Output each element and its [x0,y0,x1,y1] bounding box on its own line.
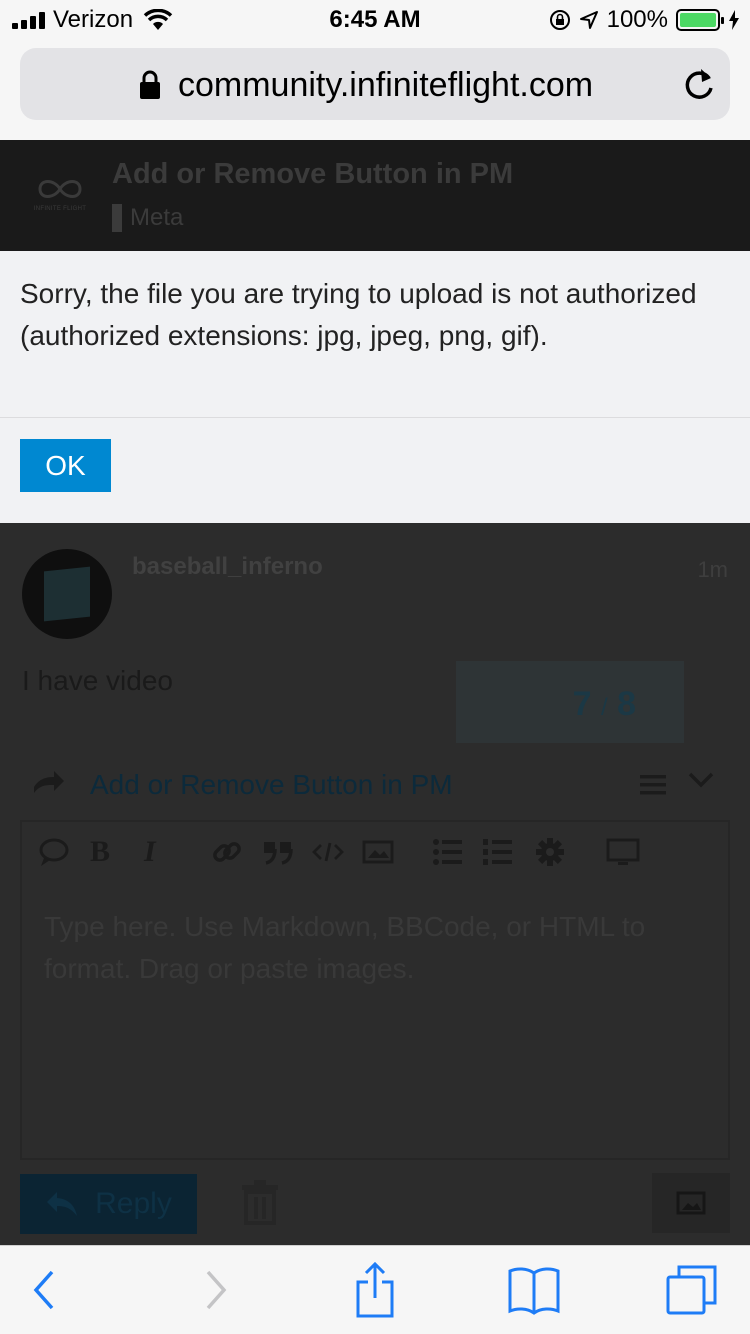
post-age: 1m [697,557,728,582]
chevron-down-icon[interactable] [688,771,714,789]
progress-separator: / [600,694,608,721]
battery-percent: 100% [606,6,668,33]
reply-button[interactable]: Reply [20,1174,197,1234]
progress-current: 7 [572,685,592,723]
composer-editor: B I Type here. Use Markdown, BBCode, or … [20,820,730,1160]
italic-button[interactable]: I [144,834,156,870]
forward-button[interactable] [196,1262,236,1318]
share-button[interactable] [352,1262,398,1318]
share-icon [356,1262,394,1318]
blockquote-icon[interactable] [262,834,294,870]
trash-icon[interactable] [240,1179,280,1225]
numbered-list-icon[interactable] [482,834,514,870]
category-badge[interactable]: Meta [112,204,183,232]
reply-button-label: Reply [95,1187,172,1220]
bullet-list-icon[interactable] [432,834,464,870]
browser-address-area: community.infiniteflight.com [0,40,750,140]
error-dialog: Sorry, the file you are trying to upload… [0,251,750,523]
image-icon[interactable] [362,834,394,870]
address-bar[interactable]: community.infiniteflight.com [20,48,730,120]
composer-header: Add or Remove Button in PM [0,761,750,811]
error-message: Sorry, the file you are trying to upload… [20,278,697,351]
chevron-left-icon [33,1270,54,1310]
tabs-icon [666,1265,717,1315]
image-upload-icon [676,1191,706,1215]
rotation-lock-icon [549,10,570,30]
chevron-right-icon [206,1270,227,1310]
book-icon [508,1267,560,1315]
avatar[interactable] [22,549,112,639]
upload-image-button[interactable] [652,1173,730,1233]
site-logo[interactable]: INFINITE FLIGHT [28,174,92,214]
post-username[interactable]: baseball_inferno [132,553,323,581]
site-header: INFINITE FLIGHT Add or Remove Button in … [0,140,750,251]
progress-total: 8 [617,685,636,723]
back-button[interactable] [24,1262,64,1318]
safari-toolbar [0,1245,750,1334]
dialog-divider [0,417,750,418]
tabs-button[interactable] [664,1262,720,1318]
editor-textarea[interactable]: Type here. Use Markdown, BBCode, or HTML… [44,906,704,990]
gear-icon[interactable] [534,834,566,870]
bold-button[interactable]: B [90,834,110,870]
reply-arrow-icon [34,771,64,793]
preview-icon[interactable] [606,834,640,870]
topic-title[interactable]: Add or Remove Button in PM [112,158,513,191]
topic-page: baseball_inferno 1m I have video 7 / 8 A… [0,523,750,1245]
url-text[interactable]: community.infiniteflight.com [178,66,593,105]
quote-icon[interactable] [38,834,70,870]
lock-icon [140,70,160,99]
logo-caption: INFINITE FLIGHT [33,206,87,212]
category-label: Meta [130,204,184,231]
link-icon[interactable] [212,834,242,870]
status-bar: Verizon 6:45 AM 100% [0,0,750,40]
reload-icon[interactable] [682,66,716,102]
code-icon[interactable] [312,834,344,870]
category-color-swatch [112,204,122,232]
bookmarks-button[interactable] [506,1262,562,1318]
reply-icon [47,1192,78,1216]
infinity-logo-icon [38,180,82,198]
editor-toolbar: B I [36,834,716,874]
menu-icon[interactable] [640,773,666,797]
battery-icon [676,9,724,31]
reply-topic-link[interactable]: Add or Remove Button in PM [90,769,453,801]
ok-button[interactable]: OK [20,439,111,492]
post-body: I have video [22,665,173,696]
topic-progress[interactable]: 7 / 8 [456,661,684,743]
location-icon [579,11,598,29]
charging-bolt-icon [729,10,739,30]
